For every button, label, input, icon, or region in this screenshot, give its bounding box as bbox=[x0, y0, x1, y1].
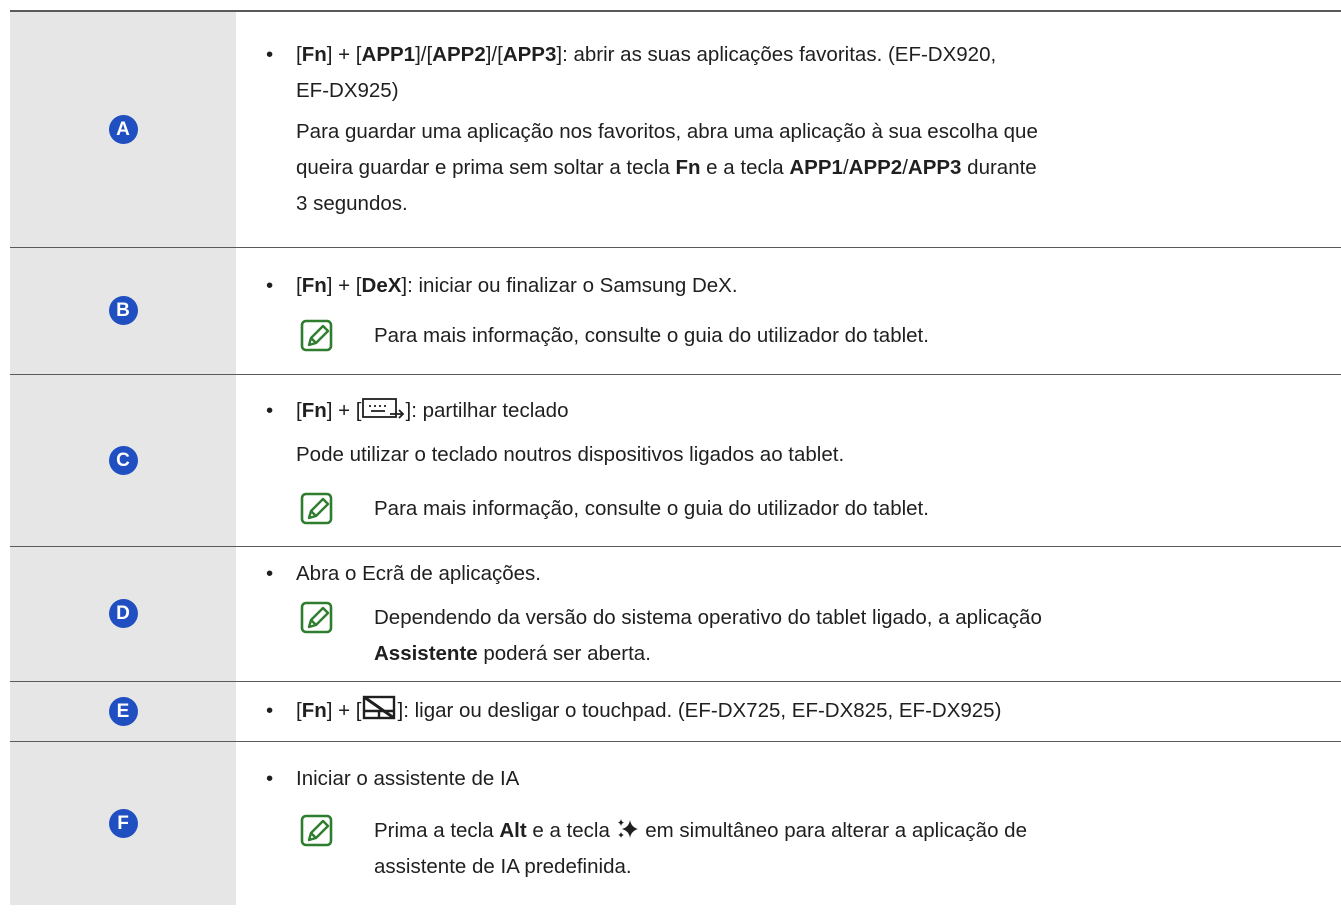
key-fn: Fn bbox=[301, 699, 327, 722]
bullet-item: • Abra o Ecrã de aplicações. bbox=[266, 556, 1341, 592]
key-fn: Fn bbox=[301, 399, 327, 422]
text-span: ] + [ bbox=[326, 699, 362, 722]
description-paragraph: Para guardar uma aplicação nos favoritos… bbox=[266, 114, 1341, 222]
note-text: Para mais informação, consulte o guia do… bbox=[374, 323, 929, 347]
text-span: queira guardar e prima sem soltar a tecl… bbox=[296, 156, 676, 180]
bullet-dot: • bbox=[266, 43, 274, 67]
row-key-cell: F bbox=[10, 741, 236, 905]
row-key-cell: A bbox=[10, 11, 236, 247]
note-text: Prima a tecla bbox=[374, 819, 500, 843]
text-span: EF-DX925) bbox=[296, 79, 399, 103]
note-text: assistente de IA predefinida. bbox=[374, 855, 632, 879]
note-text: poderá ser aberta. bbox=[477, 641, 651, 665]
row-content: • [Fn] + [APP1]/[APP2]/[APP3]: abrir as … bbox=[236, 11, 1341, 247]
key-fn: Fn bbox=[301, 273, 327, 297]
row-content: • Iniciar o assistente de IA Prima a tec… bbox=[236, 741, 1341, 905]
text-span: Abra o Ecrã de aplicações. bbox=[296, 561, 541, 585]
row-key-cell: B bbox=[10, 247, 236, 374]
touchpad-off-icon bbox=[362, 695, 395, 720]
text-span: ]: abrir as suas aplicações favoritas. (… bbox=[556, 43, 997, 67]
text-span: durante bbox=[961, 156, 1037, 180]
key-app2: APP2 bbox=[848, 156, 903, 180]
key-app1: APP1 bbox=[361, 43, 416, 67]
note-block: Para mais informação, consulte o guia do… bbox=[266, 318, 1341, 354]
text-span: Para guardar uma aplicação nos favoritos… bbox=[296, 120, 1038, 144]
bullet-item: • [Fn] + []: partilhar teclado bbox=[266, 393, 1341, 429]
row-badge-b: B bbox=[108, 296, 138, 325]
row-badge-e: E bbox=[108, 696, 138, 726]
row-content: • [Fn] + [DeX]: iniciar ou finalizar o S… bbox=[236, 247, 1341, 374]
row-badge-f: F bbox=[108, 808, 138, 838]
row-badge-a: A bbox=[108, 114, 138, 144]
bullet-item: • [Fn] + []: ligar ou desligar o touchpa… bbox=[266, 693, 1341, 729]
key-app1: APP1 bbox=[789, 156, 843, 180]
row-content: • [Fn] + []: partilhar teclado Pode util… bbox=[236, 374, 1341, 546]
keyboard-share-icon bbox=[361, 398, 404, 419]
row-key-cell: E bbox=[10, 681, 236, 741]
row-key-cell: D bbox=[10, 546, 236, 681]
row-content: • Abra o Ecrã de aplicações. Dependendo … bbox=[236, 546, 1341, 681]
key-fn: Fn bbox=[301, 43, 327, 67]
row-badge-c: C bbox=[108, 445, 138, 475]
text-span: ]: partilhar teclado bbox=[405, 399, 569, 422]
text-span: e a tecla bbox=[700, 156, 790, 180]
table-row-e: E • [Fn] + []: ligar ou desligar o touch… bbox=[10, 681, 1341, 741]
note-text: Dependendo da versão do sistema operativ… bbox=[374, 605, 1042, 629]
note-text: Para mais informação, consulte o guia do… bbox=[374, 497, 929, 520]
note-pencil-icon bbox=[300, 601, 333, 633]
text-span: ] + [ bbox=[326, 43, 362, 67]
row-content: • [Fn] + []: ligar ou desligar o touchpa… bbox=[236, 681, 1341, 741]
row-key-cell: C bbox=[10, 374, 236, 546]
row-badge-d: D bbox=[108, 599, 138, 628]
text-span: ]/[ bbox=[485, 43, 503, 67]
table-row-d: D • Abra o Ecrã de aplicações. Dependend… bbox=[10, 546, 1341, 681]
note-block: Dependendo da versão do sistema operativ… bbox=[266, 600, 1341, 672]
note-block: Prima a tecla Alt e a tecla em simultâne… bbox=[266, 813, 1341, 885]
key-dex: DeX bbox=[361, 273, 402, 297]
app-name-assistente: Assistente bbox=[374, 641, 478, 665]
table-row-c: C • [Fn] + []: partilhar teclado Pode ut… bbox=[10, 374, 1341, 546]
bullet-item: • [Fn] + [APP1]/[APP2]/[APP3]: abrir as … bbox=[266, 37, 1341, 109]
bullet-dot: • bbox=[266, 273, 274, 297]
bullet-dot: • bbox=[266, 399, 274, 422]
note-text: em simultâneo para alterar a aplicação d… bbox=[639, 819, 1027, 843]
note-pencil-icon bbox=[300, 492, 333, 525]
bullet-dot: • bbox=[266, 699, 274, 722]
note-text: e a tecla bbox=[526, 819, 616, 843]
text-span: ]/[ bbox=[415, 43, 433, 67]
bullet-item: • Iniciar o assistente de IA bbox=[266, 761, 1341, 797]
text-span: Iniciar o assistente de IA bbox=[296, 767, 520, 791]
text-span: 3 segundos. bbox=[296, 192, 408, 216]
text-span: ]: ligar ou desligar o touchpad. (EF-DX7… bbox=[397, 699, 1002, 722]
feature-key-table: A • [Fn] + [APP1]/[APP2]/[APP3]: abrir a… bbox=[10, 10, 1341, 905]
text-span: ]: iniciar ou finalizar o Samsung DeX. bbox=[401, 273, 738, 297]
text-span: ] + [ bbox=[326, 273, 362, 297]
ai-sparkle-icon bbox=[617, 819, 638, 839]
bullet-dot: • bbox=[266, 561, 274, 585]
key-fn: Fn bbox=[675, 156, 701, 180]
bullet-item: • [Fn] + [DeX]: iniciar ou finalizar o S… bbox=[266, 268, 1341, 304]
key-app2: APP2 bbox=[432, 43, 486, 67]
key-app3: APP3 bbox=[907, 156, 962, 180]
table-row-a: A • [Fn] + [APP1]/[APP2]/[APP3]: abrir a… bbox=[10, 11, 1341, 247]
text-span: ] + [ bbox=[326, 399, 362, 422]
note-pencil-icon bbox=[300, 319, 333, 351]
key-alt: Alt bbox=[499, 819, 527, 843]
table-row-f: F • Iniciar o assistente de IA Prima a t… bbox=[10, 741, 1341, 905]
description-paragraph: Pode utilizar o teclado noutros disposit… bbox=[296, 443, 845, 466]
table-row-b: B • [Fn] + [DeX]: iniciar ou finalizar o… bbox=[10, 247, 1341, 374]
bullet-dot: • bbox=[266, 767, 274, 791]
key-app3: APP3 bbox=[502, 43, 557, 67]
note-pencil-icon bbox=[300, 814, 333, 847]
note-block: Para mais informação, consulte o guia do… bbox=[266, 491, 1341, 527]
